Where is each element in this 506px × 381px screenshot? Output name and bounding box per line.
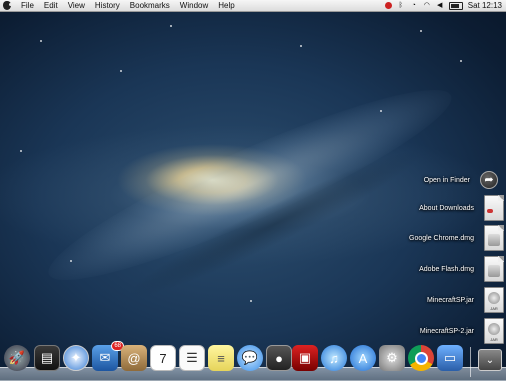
dashboard-icon[interactable]: ▤ bbox=[34, 345, 60, 371]
stack-item-label: Adobe Flash.dmg bbox=[419, 265, 474, 273]
facetime-icon[interactable]: ● bbox=[266, 345, 292, 371]
downloads-stack: Open in Finder ➦ About Downloads Google … bbox=[306, 165, 506, 350]
stack-item-minecraftsp-jar[interactable]: MinecraftSP.jar JAR bbox=[427, 285, 504, 315]
notes-icon[interactable]: ≡ bbox=[208, 345, 234, 371]
jar-text: JAR bbox=[490, 306, 498, 311]
stack-item-adobe-flash-dmg[interactable]: Adobe Flash.dmg bbox=[419, 254, 504, 284]
menu-bookmarks[interactable]: Bookmarks bbox=[125, 0, 175, 11]
calendar-icon[interactable]: 7 bbox=[150, 345, 176, 371]
star bbox=[380, 110, 382, 112]
calendar-day: 7 bbox=[159, 350, 167, 366]
status-area: ᛒ ◔ ◠ ◀ Sat 12:13 bbox=[384, 0, 502, 11]
safari-icon[interactable]: ✦ bbox=[63, 345, 89, 371]
menubar-clock[interactable]: Sat 12:13 bbox=[468, 1, 502, 10]
star bbox=[40, 40, 42, 42]
bluetooth-icon[interactable]: ᛒ bbox=[397, 2, 405, 10]
stack-item-label: Open in Finder bbox=[423, 176, 470, 184]
document-icon bbox=[484, 195, 504, 221]
menu-window[interactable]: Window bbox=[175, 0, 213, 11]
stack-item-google-chrome-dmg[interactable]: Google Chrome.dmg bbox=[409, 223, 504, 253]
menu-edit[interactable]: Edit bbox=[39, 0, 63, 11]
reminders-icon[interactable]: ☰ bbox=[179, 345, 205, 371]
stack-open-in-finder[interactable]: Open in Finder ➦ bbox=[424, 165, 498, 195]
photo-booth-icon[interactable]: ▣ bbox=[292, 345, 318, 371]
star bbox=[420, 30, 422, 32]
launchpad-icon[interactable]: 🚀 bbox=[4, 345, 30, 371]
star bbox=[70, 260, 72, 262]
system-preferences-icon[interactable]: ⚙ bbox=[379, 345, 405, 371]
stack-item-about-downloads[interactable]: About Downloads bbox=[419, 193, 504, 223]
open-in-finder-icon[interactable]: ➦ bbox=[480, 171, 498, 189]
menu-help[interactable]: Help bbox=[213, 0, 239, 11]
volume-icon[interactable]: ◀ bbox=[436, 2, 444, 10]
contacts-icon[interactable]: @ bbox=[121, 345, 147, 371]
jar-file-icon: JAR bbox=[484, 287, 504, 313]
star bbox=[460, 60, 462, 62]
downloads-stack-icon[interactable]: ⌄ bbox=[478, 349, 502, 371]
messages-icon[interactable]: 💬 bbox=[237, 345, 263, 371]
stack-item-label: Google Chrome.dmg bbox=[409, 234, 474, 242]
stack-item-label: About Downloads bbox=[419, 204, 474, 212]
star bbox=[250, 300, 252, 302]
disk-image-icon bbox=[484, 225, 504, 251]
battery-icon[interactable] bbox=[448, 1, 463, 10]
menu-bar: File Edit View History Bookmarks Window … bbox=[0, 0, 506, 12]
star bbox=[170, 25, 172, 27]
itunes-icon[interactable]: ♫ bbox=[321, 345, 347, 371]
menu-view[interactable]: View bbox=[63, 0, 90, 11]
app-store-icon[interactable]: A bbox=[350, 345, 376, 371]
apple-menu-icon[interactable] bbox=[3, 1, 12, 10]
star bbox=[20, 150, 22, 152]
mail-icon[interactable]: ✉ 68 bbox=[92, 341, 124, 371]
screen-sharing-icon[interactable]: ▭ bbox=[437, 345, 463, 371]
dock-separator bbox=[470, 347, 471, 377]
menu-history[interactable]: History bbox=[90, 0, 125, 11]
stack-item-label: MinecraftSP-2.jar bbox=[419, 327, 474, 335]
disk-image-icon bbox=[484, 256, 504, 282]
dock: 🚀 ▤ ✦ ✉ 68 @ 7 ☰ ≡ 💬 ● ▣ ♫ A ⚙ ▭ ⌄ bbox=[0, 341, 506, 381]
wifi-icon[interactable]: ◠ bbox=[423, 2, 431, 10]
menu-file[interactable]: File bbox=[16, 0, 39, 11]
star bbox=[300, 45, 302, 47]
time-machine-icon[interactable]: ◔ bbox=[410, 2, 418, 10]
star bbox=[120, 70, 122, 72]
record-icon[interactable] bbox=[384, 2, 392, 9]
stack-item-label: MinecraftSP.jar bbox=[427, 296, 474, 304]
chrome-icon[interactable] bbox=[408, 345, 434, 371]
